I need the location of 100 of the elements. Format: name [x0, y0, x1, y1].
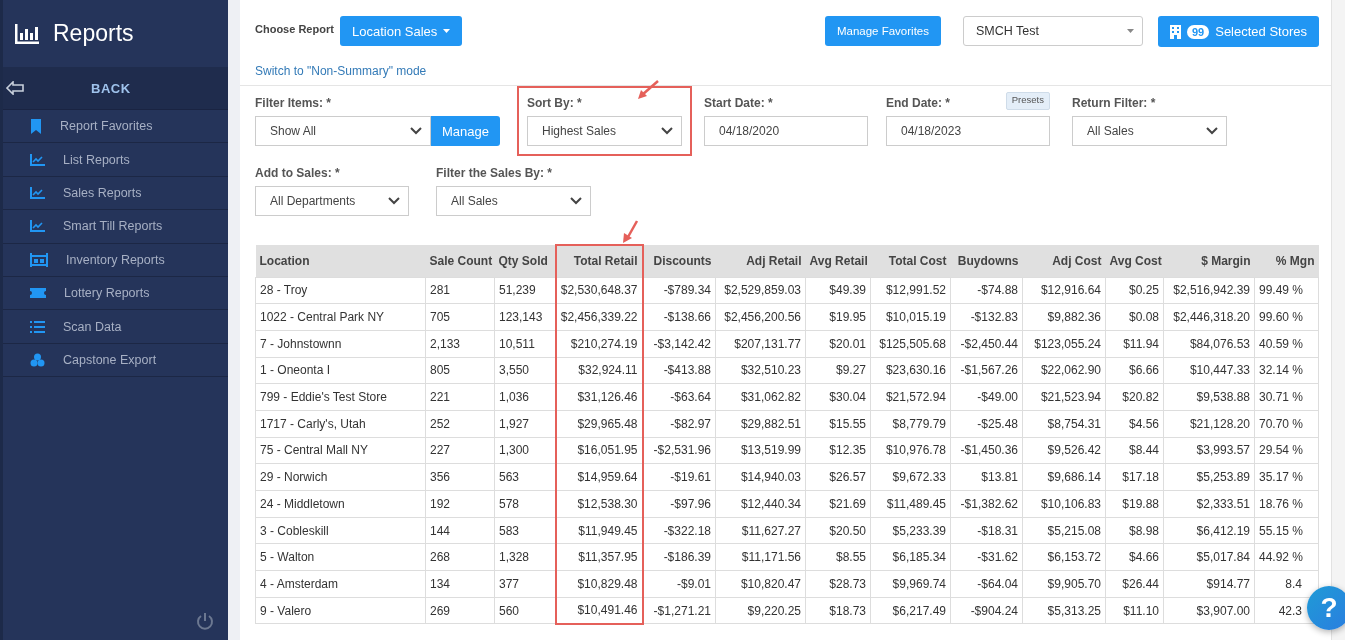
- table-cell: -$18.31: [950, 517, 1023, 544]
- table-cell: $20.82: [1105, 383, 1164, 411]
- field-label: Return Filter: *: [1072, 96, 1156, 110]
- table-cell: $6.66: [1105, 357, 1164, 384]
- sidebar-title: Reports: [53, 20, 134, 47]
- table-cell: $9,672.33: [870, 463, 951, 491]
- table-cell: 221: [425, 383, 495, 411]
- table-cell: 805: [425, 357, 495, 384]
- column-header[interactable]: Avg Cost: [1105, 245, 1164, 277]
- sidebar-item[interactable]: Report Favorites: [3, 110, 228, 144]
- table-cell: $207,131.77: [715, 330, 806, 358]
- ticket-icon: [30, 288, 46, 299]
- table-cell: $31,126.46: [555, 383, 643, 411]
- table-cell: 3 - Cobleskill: [255, 517, 426, 544]
- dropdown-select[interactable]: All Sales: [1072, 116, 1227, 146]
- column-header[interactable]: Sale Count: [425, 245, 495, 277]
- table-cell: $914.77: [1163, 570, 1255, 598]
- column-header[interactable]: $ Margin: [1163, 245, 1255, 277]
- table-cell: $2,333.51: [1163, 490, 1255, 518]
- field-label: End Date: *: [886, 96, 950, 110]
- table-cell: $23,630.16: [870, 357, 951, 384]
- column-header[interactable]: Adj Cost: [1022, 245, 1106, 277]
- dropdown-select[interactable]: Highest Sales: [527, 116, 682, 146]
- table-cell: $21,523.94: [1022, 383, 1106, 411]
- table-cell: -$322.18: [642, 517, 716, 544]
- back-button[interactable]: BACK: [3, 67, 228, 110]
- sidebar-item[interactable]: Smart Till Reports: [3, 210, 228, 244]
- presets-button[interactable]: Presets: [1005, 92, 1050, 110]
- table-cell: $15.55: [805, 410, 871, 438]
- table-cell: 9 - Valero: [255, 597, 426, 624]
- column-header[interactable]: Qty Sold: [494, 245, 556, 277]
- table-cell: 40.59 %: [1254, 330, 1319, 358]
- table-cell: $8,754.31: [1022, 410, 1106, 438]
- mode-switch-link[interactable]: Switch to "Non-Summary" mode: [255, 64, 427, 78]
- column-header[interactable]: Location: [255, 245, 426, 277]
- table-cell: -$63.64: [642, 383, 716, 411]
- chevron-down-icon: [388, 197, 400, 205]
- sidebar-item[interactable]: Lottery Reports: [3, 276, 228, 311]
- cubes-icon: [30, 352, 45, 367]
- table-cell: $21,572.94: [870, 383, 951, 411]
- field-label: Add to Sales: *: [255, 166, 340, 180]
- table-cell: $9.27: [805, 357, 871, 384]
- field-label: Filter Items: *: [255, 96, 332, 110]
- table-cell: $8.98: [1105, 517, 1164, 544]
- date-input[interactable]: 04/18/2020: [704, 116, 868, 146]
- dropdown-select[interactable]: All Sales: [436, 186, 591, 216]
- store-group-select[interactable]: SMCH Test: [962, 16, 1143, 46]
- table-cell: $123,055.24: [1022, 330, 1106, 358]
- table-cell: $84,076.53: [1163, 330, 1255, 358]
- column-header[interactable]: Total Cost: [870, 245, 951, 277]
- table-cell: 99.49 %: [1254, 277, 1319, 304]
- filter-items-select[interactable]: Show All: [255, 116, 431, 146]
- table-cell: -$2,531.96: [642, 437, 716, 464]
- store-count-badge: 99: [1186, 24, 1210, 39]
- table-cell: $30.04: [805, 383, 871, 411]
- column-header[interactable]: Avg Retail: [805, 245, 871, 277]
- line-chart-icon: [30, 153, 45, 166]
- table-cell: $21.69: [805, 490, 871, 518]
- table-cell: $5,017.84: [1163, 543, 1255, 571]
- table-cell: $5,215.08: [1022, 517, 1106, 544]
- table-cell: 28 - Troy: [255, 277, 426, 304]
- table-cell: 252: [425, 410, 495, 438]
- chevron-down-icon: [570, 197, 582, 205]
- table-cell: $12,440.34: [715, 490, 806, 518]
- table-cell: $2,530,648.37: [555, 277, 643, 304]
- table-cell: $29,965.48: [555, 410, 643, 438]
- table-cell: $32,510.23: [715, 357, 806, 384]
- column-header[interactable]: % Mgn: [1254, 245, 1319, 277]
- power-icon[interactable]: [196, 612, 214, 630]
- table-cell: -$19.61: [642, 463, 716, 491]
- table-cell: $2,516,942.39: [1163, 277, 1255, 304]
- table-cell: 55.15 %: [1254, 517, 1319, 544]
- table-cell: 24 - Middletown: [255, 490, 426, 518]
- table-cell: 192: [425, 490, 495, 518]
- column-header[interactable]: Discounts: [642, 245, 716, 277]
- table-cell: $125,505.68: [870, 330, 951, 358]
- table-cell: $2,446,318.20: [1163, 303, 1255, 331]
- field-label: Start Date: *: [704, 96, 773, 110]
- table-cell: -$904.24: [950, 597, 1023, 624]
- sidebar-item[interactable]: List Reports: [3, 143, 228, 177]
- sidebar-item[interactable]: Sales Reports: [3, 176, 228, 211]
- table-cell: $32,924.11: [555, 357, 643, 384]
- bookmark-icon: [30, 118, 42, 134]
- table-cell: $13,519.99: [715, 437, 806, 464]
- table-cell: $10,976.78: [870, 437, 951, 464]
- table-cell: $26.44: [1105, 570, 1164, 598]
- sidebar-item[interactable]: Inventory Reports: [3, 243, 228, 277]
- table-cell: $12,916.64: [1022, 277, 1106, 304]
- table-cell: -$789.34: [642, 277, 716, 304]
- dropdown-select[interactable]: All Departments: [255, 186, 409, 216]
- column-header[interactable]: Buydowns: [950, 245, 1023, 277]
- table-cell: $0.25: [1105, 277, 1164, 304]
- table-cell: 99.60 %: [1254, 303, 1319, 331]
- sidebar-item[interactable]: Capstone Export: [3, 343, 228, 378]
- sidebar-item[interactable]: Scan Data: [3, 310, 228, 344]
- table-cell: $9,905.70: [1022, 570, 1106, 598]
- table-cell: $26.57: [805, 463, 871, 491]
- column-header[interactable]: Adj Retail: [715, 245, 806, 277]
- table-cell: $8,779.79: [870, 410, 951, 438]
- date-input[interactable]: 04/18/2023: [886, 116, 1050, 146]
